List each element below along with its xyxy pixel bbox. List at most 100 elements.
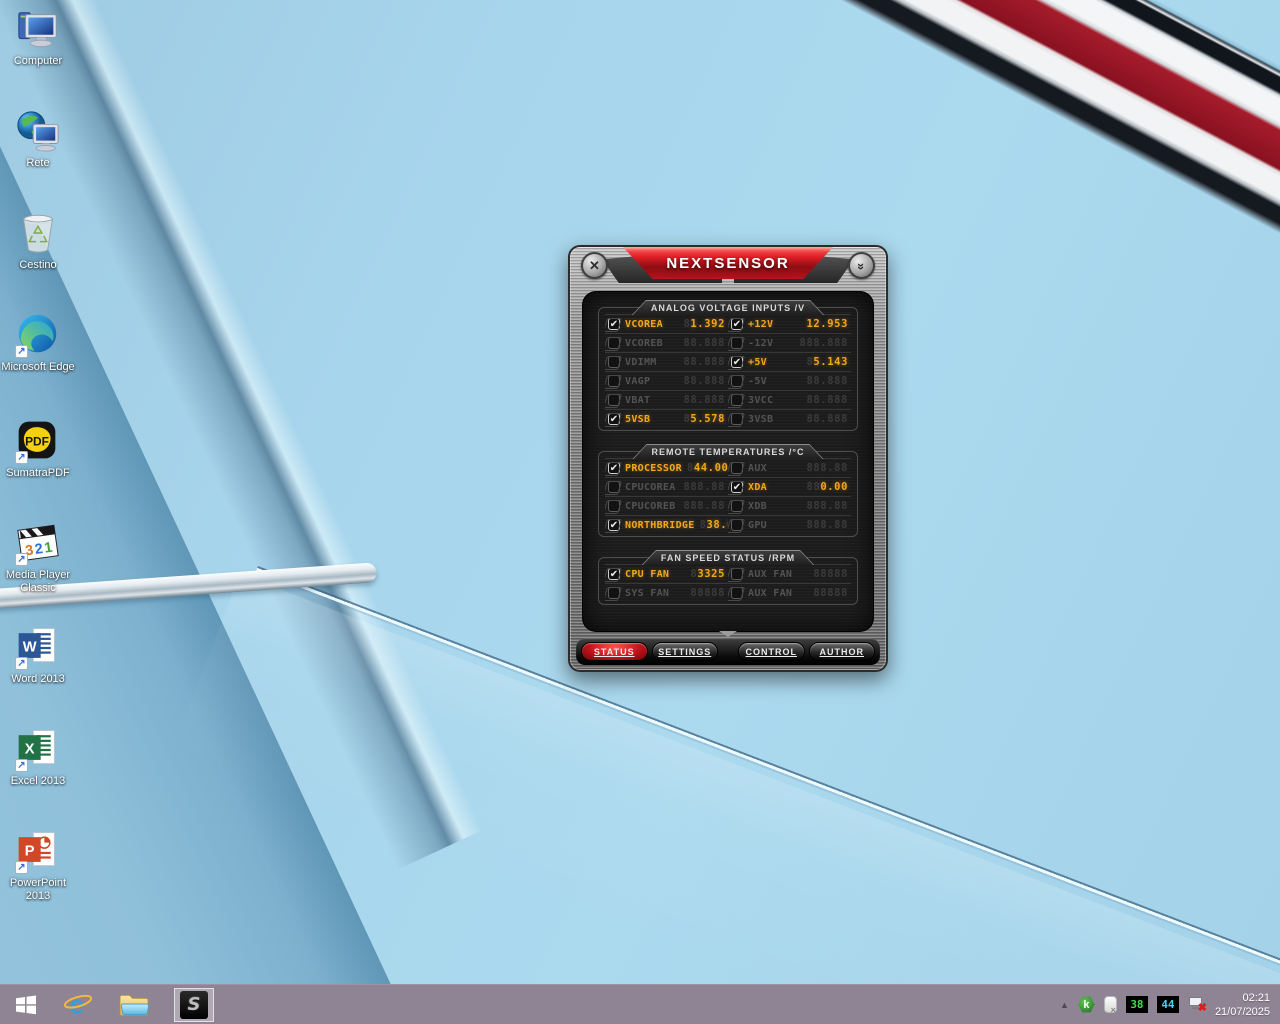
close-button[interactable]: ✕: [581, 252, 608, 279]
desktop-icon-powerpoint-2013[interactable]: P ↗ PowerPoint 2013: [0, 828, 76, 903]
sensor-value: 880.00: [806, 481, 848, 493]
desktop-icon-microsoft-edge[interactable]: ↗ Microsoft Edge: [0, 312, 76, 374]
network-error-x: ✖: [1198, 1003, 1207, 1014]
voltage-row-2: VCOREB 88.888 -12V 888.888: [605, 333, 851, 352]
desktop-icon-label: Rete: [26, 157, 49, 170]
processor-checkbox[interactable]: [608, 462, 620, 474]
desktop-icon-label: Cestino: [19, 259, 56, 272]
sensor-label: AUX FAN: [748, 569, 792, 580]
tab-author[interactable]: AUTHOR: [809, 642, 876, 661]
sensor-value: 888.88: [683, 481, 725, 493]
gpu-checkbox[interactable]: [731, 519, 743, 531]
sensor-value: 88.888: [806, 394, 848, 406]
sensor-label: +5V: [748, 357, 767, 368]
desktop-icon-computer[interactable]: Computer: [0, 6, 76, 68]
minimize-button[interactable]: »: [848, 252, 875, 279]
aux-fan-1-checkbox[interactable]: [731, 568, 743, 580]
desktop-icon-rete[interactable]: Rete: [0, 108, 76, 170]
minus12v-checkbox[interactable]: [731, 337, 743, 349]
cpucoreb-checkbox[interactable]: [608, 500, 620, 512]
vdimm-checkbox[interactable]: [608, 356, 620, 368]
tray-temp-badge-green[interactable]: 38: [1126, 996, 1148, 1013]
temp-row-1: PROCESSOR 844.00 AUX 888.88: [605, 458, 851, 477]
svg-text:PDF: PDF: [25, 435, 49, 449]
file-explorer-button[interactable]: [104, 985, 164, 1024]
xda-checkbox[interactable]: [731, 481, 743, 493]
svg-text:W: W: [23, 640, 37, 656]
show-hidden-icons-chevron[interactable]: ▲: [1060, 1000, 1069, 1010]
sensor-label: -5V: [748, 376, 767, 387]
temp-row-4: NORTHBRIDGE 838.00 GPU 888.88: [605, 515, 851, 534]
cpu-fan-checkbox[interactable]: [608, 568, 620, 580]
tab-control[interactable]: CONTROL: [738, 642, 805, 661]
sensor-aux-temp: AUX 888.88: [728, 459, 851, 477]
desktop-icon-excel-2013[interactable]: X ↗ Excel 2013: [0, 726, 76, 788]
sensor-value: 83325: [690, 568, 725, 580]
tab-status[interactable]: STATUS: [581, 642, 648, 661]
sensor-label: 3VCC: [748, 395, 773, 406]
internet-explorer-button[interactable]: e: [52, 985, 104, 1024]
sensor-label: VAGP: [625, 376, 650, 387]
sensor-value: 88.888: [806, 375, 848, 387]
group-fan-speed-status: FAN SPEED STATUS /RPM CPU FAN 83325 AUX …: [598, 557, 858, 605]
group-title-frame: FAN SPEED STATUS /RPM: [642, 550, 814, 565]
sensor-vbat: VBAT 88.888: [605, 391, 728, 409]
threevsb-checkbox[interactable]: [731, 413, 743, 425]
sensor-xda: XDA 880.00: [728, 478, 851, 496]
vbat-checkbox[interactable]: [608, 394, 620, 406]
tab-settings[interactable]: SETTINGS: [652, 642, 719, 661]
sensor-aux-fan-1: AUX FAN 88888: [728, 565, 851, 583]
shortcut-arrow-icon: ↗: [15, 861, 28, 874]
sensor-label: VCOREA: [625, 319, 663, 330]
group-analog-voltage-inputs: ANALOG VOLTAGE INPUTS /V VCOREA 81.392 +…: [598, 307, 858, 431]
sensor-vcoreb: VCOREB 88.888: [605, 334, 728, 352]
plus5v-checkbox[interactable]: [731, 356, 743, 368]
tray-device-icon[interactable]: [1104, 996, 1117, 1013]
desktop-icon-word-2013[interactable]: W ↗ Word 2013: [0, 624, 76, 686]
tray-hexagon-k-icon[interactable]: k: [1078, 996, 1095, 1013]
voltage-row-3: VDIMM 88.888 +5V 85.143: [605, 352, 851, 371]
vcorea-checkbox[interactable]: [608, 318, 620, 330]
nextsensor-taskbar-button[interactable]: S: [164, 985, 224, 1024]
desktop-icon-sumatrapdf[interactable]: PDF ↗ SumatraPDF: [0, 418, 76, 480]
xdb-checkbox[interactable]: [731, 500, 743, 512]
sensor-label: NORTHBRIDGE: [625, 520, 695, 531]
taskbar-clock[interactable]: 02:21 21/07/2025: [1215, 991, 1270, 1019]
network-disconnected-icon[interactable]: ✖: [1188, 996, 1206, 1013]
desktop-icon-label: Microsoft Edge: [1, 361, 74, 374]
aux-fan-2-checkbox[interactable]: [731, 587, 743, 599]
sensor-3vsb: 3VSB 88.888: [728, 410, 851, 428]
computer-icon: [15, 6, 61, 52]
plus12v-checkbox[interactable]: [731, 318, 743, 330]
threevcc-checkbox[interactable]: [731, 394, 743, 406]
sumatrapdf-icon: PDF ↗: [15, 418, 61, 464]
sensor-3vcc: 3VCC 88.888: [728, 391, 851, 409]
aux-temp-checkbox[interactable]: [731, 462, 743, 474]
desktop-icon-cestino[interactable]: Cestino: [0, 210, 76, 272]
minus5v-checkbox[interactable]: [731, 375, 743, 387]
sensor-label: AUX: [748, 463, 767, 474]
sensor-vdimm: VDIMM 88.888: [605, 353, 728, 371]
cpucorea-checkbox[interactable]: [608, 481, 620, 493]
sensor-label: +12V: [748, 319, 773, 330]
tray-temp-badge-cyan[interactable]: 44: [1157, 996, 1179, 1013]
sensor-label: GPU: [748, 520, 767, 531]
shortcut-arrow-icon: ↗: [15, 759, 28, 772]
vagp-checkbox[interactable]: [608, 375, 620, 387]
excel-icon: X ↗: [15, 726, 61, 772]
shortcut-arrow-icon: ↗: [15, 657, 28, 670]
start-button[interactable]: [0, 985, 52, 1024]
sensor-vcorea: VCOREA 81.392: [605, 315, 728, 333]
svg-text:P: P: [25, 844, 35, 860]
voltage-row-5: VBAT 88.888 3VCC 88.888: [605, 390, 851, 409]
temp-row-2: CPUCOREA 888.88 XDA 880.00: [605, 477, 851, 496]
desktop-icon-media-player-classic[interactable]: 3 2 1 ↗ Media Player Classic: [0, 520, 76, 595]
sys-fan-checkbox[interactable]: [608, 587, 620, 599]
northbridge-checkbox[interactable]: [608, 519, 620, 531]
clapperboard-321-icon: 3 2 1 ↗: [15, 520, 61, 566]
sensor-value: 888.88: [806, 462, 848, 474]
system-tray: ▲ k 38 44 ✖ 02:21 21/07/2025: [1060, 991, 1280, 1019]
sensor-label: 5VSB: [625, 414, 650, 425]
vcoreb-checkbox[interactable]: [608, 337, 620, 349]
fivevsb-checkbox[interactable]: [608, 413, 620, 425]
